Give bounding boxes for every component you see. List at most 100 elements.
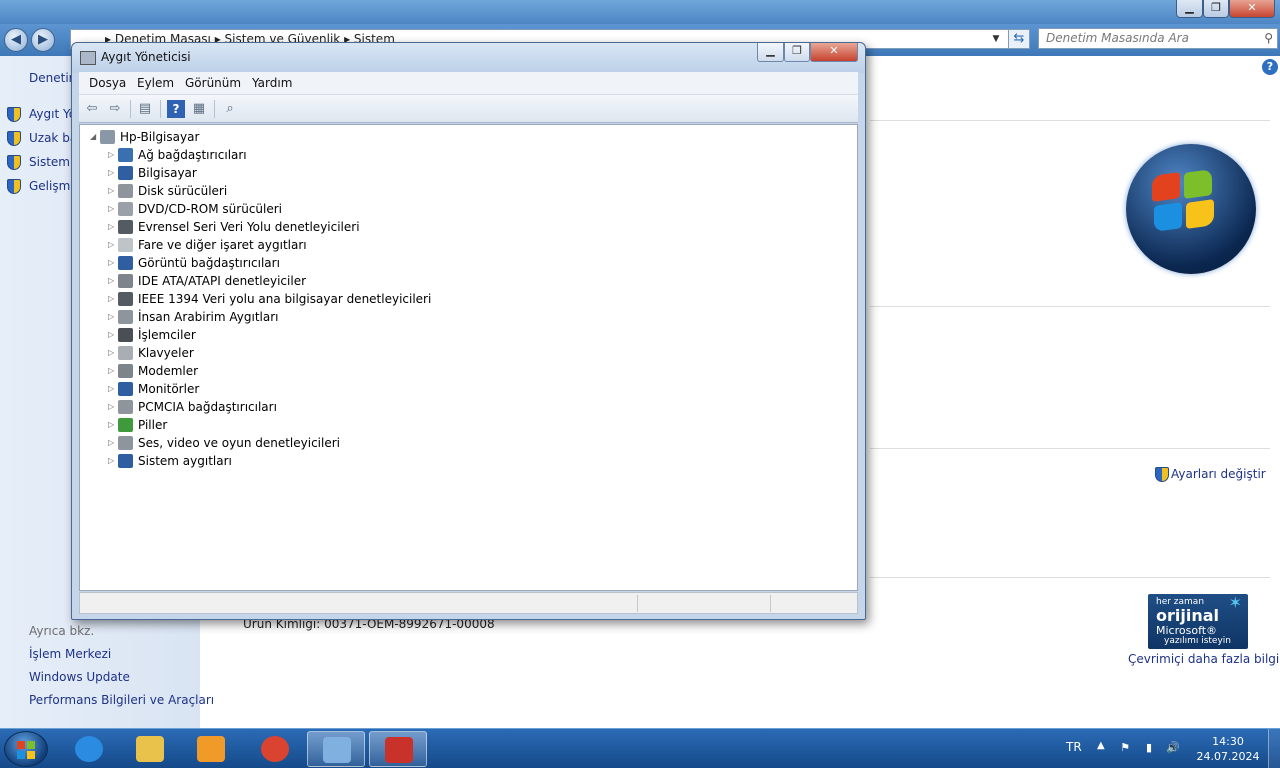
expand-icon[interactable]: ▷ (108, 218, 118, 236)
device-manager-titlebar[interactable]: Aygıt Yöneticisi ▁ ❐ ✕ (72, 43, 865, 73)
section-divider (870, 577, 1270, 578)
expand-icon[interactable]: ▷ (108, 362, 118, 380)
search-icon: ⚲ (1264, 31, 1273, 45)
system-clock[interactable]: 14:30 24.07.2024 (1196, 734, 1260, 764)
see-also-action-center[interactable]: İşlem Merkezi (29, 647, 111, 661)
tree-item-label: İnsan Arabirim Aygıtları (138, 310, 279, 324)
address-dropdown-button[interactable]: ▼ (988, 30, 1004, 48)
network-signal-icon[interactable]: ▮ (1142, 741, 1156, 755)
start-button[interactable] (4, 731, 48, 767)
change-settings-link[interactable]: Ayarları değiştir (1155, 467, 1266, 482)
chrome-icon (261, 736, 289, 762)
back-button[interactable]: ◀ (4, 28, 28, 52)
expand-icon[interactable]: ▷ (108, 290, 118, 308)
toolbar: ⇦ ⇨ ▤ ? ▦ ⌕ (79, 95, 858, 123)
close-button[interactable]: ✕ (1229, 0, 1275, 18)
tree-item-label: Sistem aygıtları (138, 454, 232, 468)
expand-icon[interactable]: ▷ (108, 452, 118, 470)
search-input[interactable]: Denetim Masasında Ara ⚲ (1038, 28, 1278, 49)
tree-item-label: Disk sürücüleri (138, 184, 228, 198)
see-also-performance[interactable]: Performans Bilgileri ve Araçları (29, 693, 214, 707)
usb-controller-icon (118, 220, 133, 234)
expand-icon[interactable]: ▷ (108, 308, 118, 326)
volume-icon[interactable]: 🔊 (1166, 741, 1180, 755)
media-player-icon (197, 736, 225, 762)
expand-icon[interactable]: ▷ (108, 236, 118, 254)
tree-item-label: Evrensel Seri Veri Yolu denetleyicileri (138, 220, 360, 234)
taskbar-windows-explorer-button[interactable] (121, 731, 179, 767)
expand-icon[interactable]: ▷ (108, 254, 118, 272)
scan-hardware-icon[interactable]: ⌕ (221, 100, 239, 118)
windows-logo (1126, 144, 1256, 274)
badge-line-3: Microsoft® (1156, 624, 1218, 637)
toolbar-separator (160, 100, 161, 118)
speaker-icon (118, 436, 133, 450)
menu-bar: Dosya Eylem Görünüm Yardım (79, 72, 858, 95)
forward-arrow-icon[interactable]: ⇨ (106, 100, 124, 118)
toolbar-separator (130, 100, 131, 118)
processor-icon (118, 328, 133, 342)
toolbar-separator (214, 100, 215, 118)
shield-icon (1155, 467, 1169, 482)
collapse-icon[interactable]: ◢ (90, 128, 100, 146)
expand-icon[interactable]: ▷ (108, 344, 118, 362)
help-icon[interactable]: ? (1262, 59, 1278, 75)
tree-item-label: İşlemciler (138, 328, 196, 342)
taskbar-media-player-button[interactable] (182, 731, 240, 767)
tree-item-label: IDE ATA/ATAPI denetleyiciler (138, 274, 307, 288)
status-separator (637, 595, 638, 612)
internet-explorer-icon (75, 736, 103, 762)
close-button[interactable]: ✕ (810, 43, 858, 62)
arrow-right-icon: ▶ (38, 32, 48, 47)
expand-icon[interactable]: ▷ (108, 146, 118, 164)
taskbar-toolbox-button[interactable] (369, 731, 427, 767)
menu-action[interactable]: Eylem (137, 76, 174, 90)
menu-help[interactable]: Yardım (252, 76, 292, 90)
expand-icon[interactable]: ▷ (108, 416, 118, 434)
back-arrow-icon[interactable]: ⇦ (83, 100, 101, 118)
help-icon[interactable]: ? (167, 100, 185, 118)
network-adapter-icon (118, 148, 133, 162)
maximize-button[interactable]: ❐ (784, 43, 810, 62)
minimize-button[interactable]: ▁ (757, 43, 784, 62)
show-desktop-button[interactable] (1268, 729, 1280, 768)
more-info-link[interactable]: Çevrimiçi daha fazla bilgi... (1128, 652, 1280, 666)
expand-icon[interactable]: ▷ (108, 398, 118, 416)
console-tree-icon[interactable]: ▤ (136, 100, 154, 118)
star-icon: ✶ (1228, 593, 1242, 612)
tree-item-label: Monitörler (138, 382, 200, 396)
folder-icon (136, 736, 164, 762)
expand-icon[interactable]: ▷ (108, 200, 118, 218)
show-hidden-icons-icon[interactable]: ▲ (1097, 740, 1105, 751)
monitor-icon (118, 382, 133, 396)
ieee1394-icon (118, 292, 133, 306)
expand-icon[interactable]: ▷ (108, 380, 118, 398)
menu-view[interactable]: Görünüm (185, 76, 241, 90)
section-divider (870, 448, 1270, 449)
tree-item-label: Ağ bağdaştırıcıları (138, 148, 247, 162)
sidebar-link-remote[interactable]: Uzak ba (29, 131, 77, 145)
expand-icon[interactable]: ▷ (108, 164, 118, 182)
pcmcia-icon (118, 400, 133, 414)
menu-file[interactable]: Dosya (89, 76, 126, 90)
taskbar-control-panel-button[interactable] (307, 731, 365, 767)
maximize-button[interactable]: ❐ (1203, 0, 1229, 18)
action-center-icon[interactable]: ⚑ (1118, 741, 1132, 755)
forward-button[interactable]: ▶ (31, 28, 55, 52)
properties-icon[interactable]: ▦ (190, 100, 208, 118)
refresh-button[interactable]: ⇆ (1008, 29, 1030, 49)
see-also-windows-update[interactable]: Windows Update (29, 670, 130, 684)
taskbar-internet-explorer-button[interactable] (60, 731, 118, 767)
expand-icon[interactable]: ▷ (108, 182, 118, 200)
expand-icon[interactable]: ▷ (108, 326, 118, 344)
genuine-microsoft-badge[interactable]: ✶ her zaman orijinal Microsoft® yazılımı… (1148, 594, 1248, 649)
taskbar-chrome-button[interactable] (246, 731, 304, 767)
expand-icon[interactable]: ▷ (108, 272, 118, 290)
sidebar-link-device-manager[interactable]: Aygıt Yö (29, 107, 76, 121)
dvd-drive-icon (118, 202, 133, 216)
minimize-button[interactable]: ▁ (1176, 0, 1203, 18)
modem-icon (118, 364, 133, 378)
language-indicator[interactable]: TR (1066, 740, 1082, 754)
expand-icon[interactable]: ▷ (108, 434, 118, 452)
arrow-left-icon: ◀ (11, 32, 21, 47)
